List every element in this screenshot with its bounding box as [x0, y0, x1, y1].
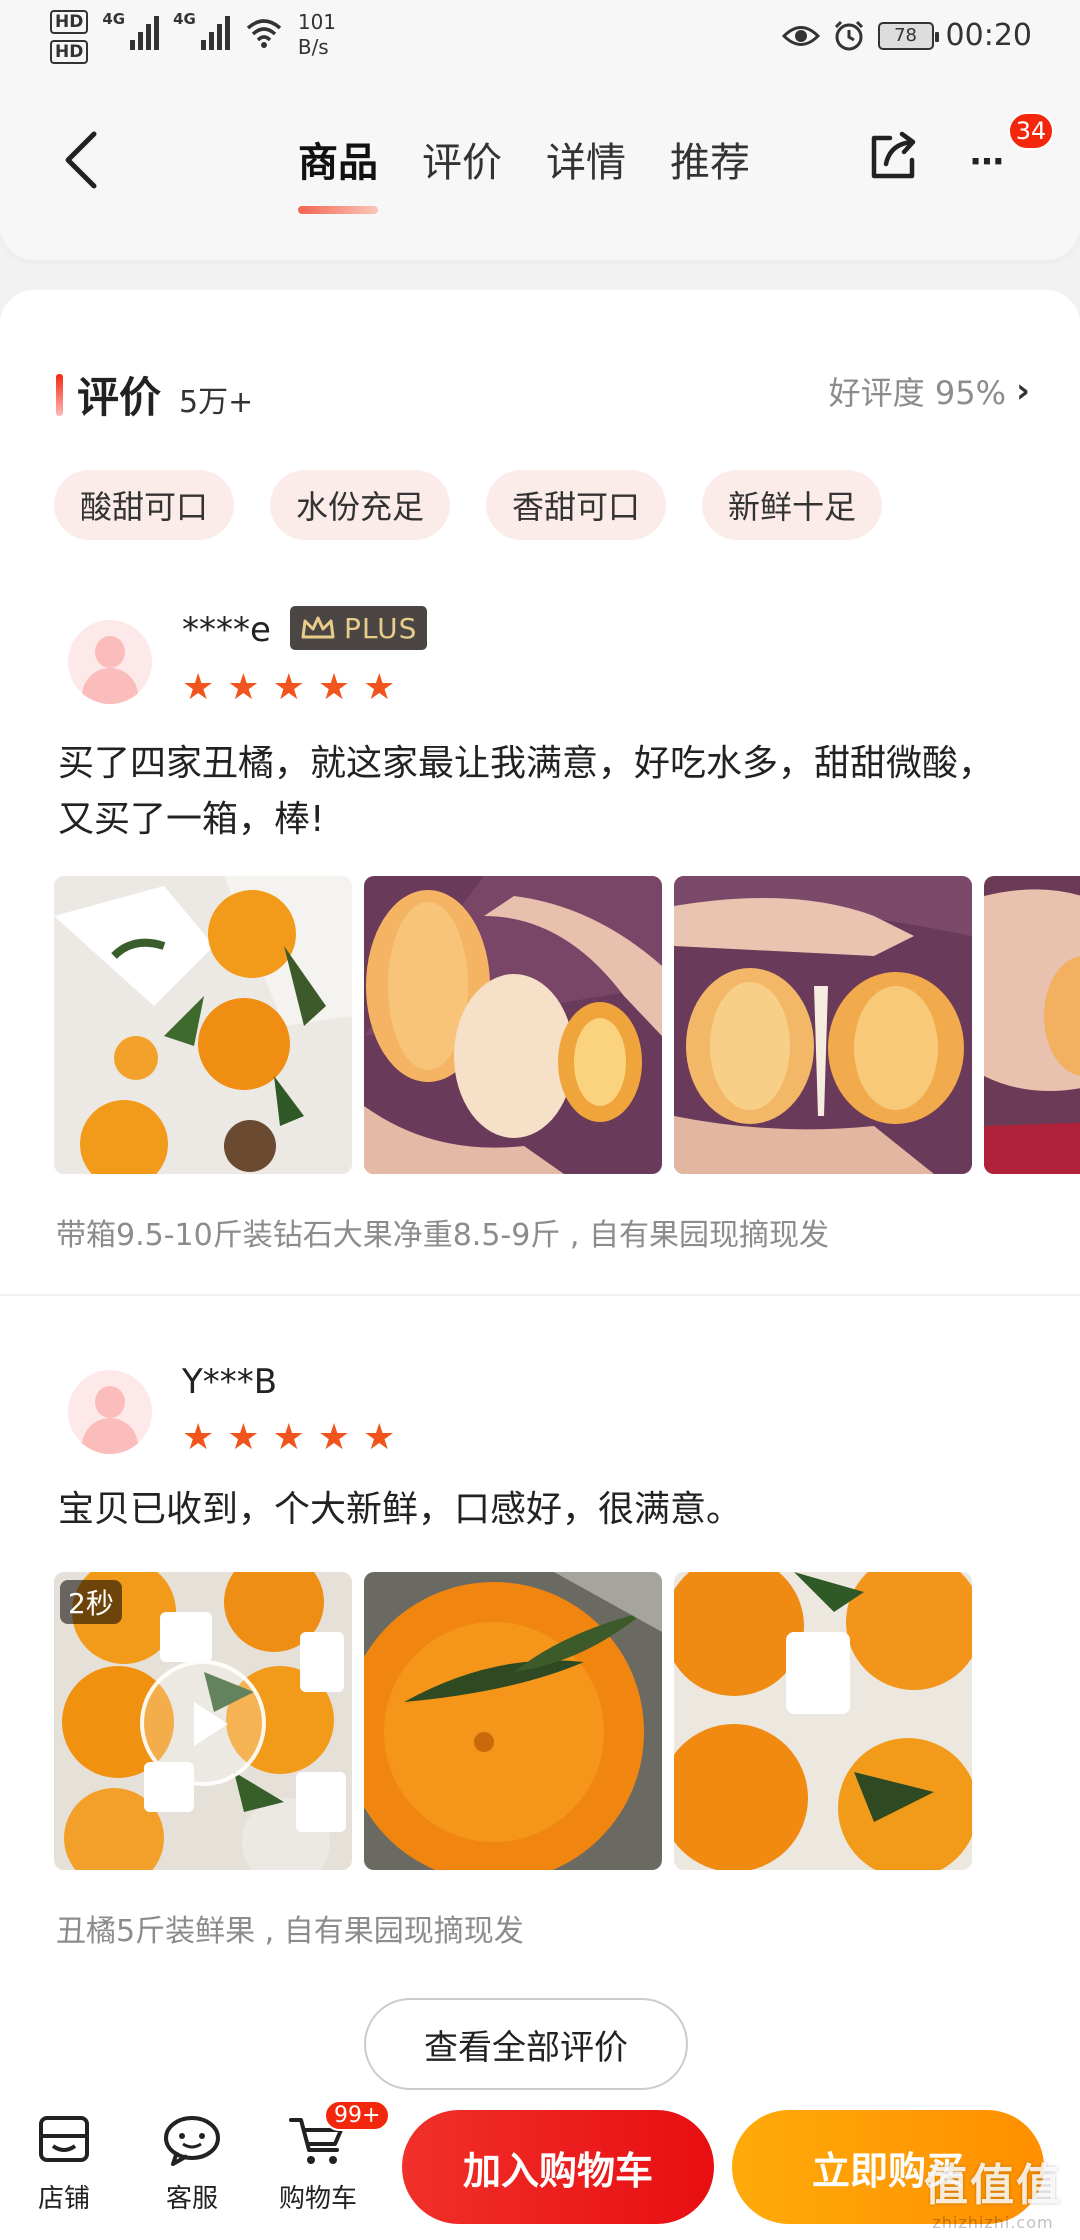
network-speed: 101 B/s [297, 10, 337, 59]
review-tag[interactable]: 水份充足 [270, 470, 451, 540]
review-tags: 酸甜可口 水份充足 香甜可口 新鲜十足 [54, 470, 883, 540]
avatar [68, 1370, 152, 1454]
clock: 00:20 [945, 18, 1032, 53]
review-video[interactable]: 2秒 [54, 1572, 352, 1870]
message-badge: 34 [1008, 112, 1054, 150]
review-photos [54, 876, 1080, 1174]
review-photo[interactable] [674, 876, 972, 1174]
store-label: 店铺 [37, 2184, 90, 2214]
review-photo[interactable] [364, 1572, 662, 1870]
wifi-icon [246, 19, 281, 48]
store-button[interactable]: 店铺 [14, 2108, 114, 2215]
hd-indicator-1: HD [50, 10, 89, 34]
divider [0, 1294, 1080, 1296]
share-icon[interactable] [866, 128, 922, 184]
star-icon: ★ [363, 667, 396, 708]
review-photo[interactable] [984, 876, 1080, 1174]
reviewer-name: ****e [182, 610, 271, 650]
play-icon[interactable] [140, 1660, 266, 1786]
store-icon [39, 2116, 89, 2162]
signal-icon-2: 4G [173, 10, 230, 50]
product-header: 商品 评价 详情 推荐 ⋯ 34 [0, 80, 1080, 260]
review-text: 宝贝已收到，个大新鲜，口感好，很满意。 [58, 1489, 743, 1530]
review-count: 5万+ [179, 385, 254, 420]
tab-product[interactable]: 商品 [298, 130, 378, 214]
cart-button[interactable]: 99+ 购物车 [268, 2100, 391, 2215]
star-icon: ★ [317, 667, 351, 708]
star-icon: ★ [363, 1417, 396, 1458]
product-spec: 丑橘5斤装鲜果 , 自有果园现摘现发 [56, 1914, 524, 1949]
avatar [68, 620, 152, 704]
tab-recommend[interactable]: 推荐 [670, 130, 750, 188]
star-icon: ★ [182, 667, 215, 708]
more-icon[interactable]: ⋯ [970, 142, 1006, 182]
review-photo[interactable] [364, 876, 662, 1174]
good-rate-link[interactable]: 好评度 95% › [829, 368, 1030, 414]
cart-badge: 99+ [324, 2100, 391, 2131]
tab-details[interactable]: 详情 [546, 130, 626, 188]
crown-icon [301, 616, 335, 639]
status-bar: HD HD 4G 4G 101 B/s 78 00:20 [0, 0, 1080, 80]
review-text: 买了四家丑橘，就这家最让我满意，好吃水多，甜甜微酸，又买了一箱，棒! [58, 743, 995, 840]
cart-label: 购物车 [278, 2184, 357, 2214]
tab-reviews[interactable]: 评价 [422, 130, 502, 188]
review-photo[interactable] [674, 1572, 972, 1870]
watermark-url: zhizhizhi.com [932, 2213, 1054, 2232]
star-rating: ★ ★ ★ ★ ★ [182, 1420, 395, 1456]
back-icon[interactable] [58, 128, 108, 192]
good-rate: 好评度 95% [828, 374, 1006, 412]
watermark-logo: 值值值 [924, 2160, 1062, 2211]
section-title: 评价 [77, 373, 162, 422]
chevron-right-icon: › [1015, 371, 1030, 411]
product-spec: 带箱9.5-10斤装钻石大果净重8.5-9斤 , 自有果园现摘现发 [56, 1218, 829, 1253]
alarm-icon [834, 20, 863, 50]
plus-badge: PLUS [290, 606, 428, 650]
signal-icon-1: 4G [102, 10, 160, 50]
review-tag[interactable]: 新鲜十足 [702, 470, 883, 540]
eye-icon [781, 25, 820, 46]
reviewer-name: Y***B [182, 1362, 278, 1402]
customer-service-icon [164, 2116, 220, 2166]
star-icon: ★ [272, 1417, 305, 1458]
tab-bar: 商品 评价 详情 推荐 [298, 130, 750, 214]
star-icon: ★ [227, 1417, 260, 1458]
star-rating: ★ ★ ★ ★ ★ [182, 670, 395, 706]
star-icon: ★ [272, 667, 305, 708]
star-icon: ★ [227, 667, 260, 708]
hd-indicator-2: HD [50, 40, 89, 64]
review-photos: 2秒 [54, 1572, 1080, 1870]
star-icon: ★ [182, 1417, 215, 1458]
review-tag[interactable]: 香甜可口 [486, 470, 667, 540]
review-photo[interactable] [54, 876, 352, 1174]
video-duration: 2秒 [60, 1580, 122, 1624]
star-icon: ★ [317, 1417, 351, 1458]
add-to-cart-button[interactable]: 加入购物车 [402, 2110, 714, 2224]
service-button[interactable]: 客服 [142, 2108, 242, 2215]
service-label: 客服 [165, 2184, 218, 2214]
title-accent-bar [56, 373, 63, 416]
view-all-reviews-button[interactable]: 查看全部评价 [364, 1998, 688, 2090]
reviews-card: 评价 5万+ 好评度 95% › 酸甜可口 水份充足 香甜可口 新鲜十足 ***… [0, 290, 1080, 2090]
reviews-section-title: 评价 5万+ [56, 364, 253, 425]
battery-icon: 78 [877, 21, 939, 50]
review-tag[interactable]: 酸甜可口 [54, 470, 235, 540]
bottom-action-bar: 店铺 客服 99+ 购物车 加入购物车 立即购买 值值值 zhizhizhi.c… [0, 2090, 1080, 2240]
watermark: 值值值 zhizhizhi.com [924, 2149, 1062, 2232]
